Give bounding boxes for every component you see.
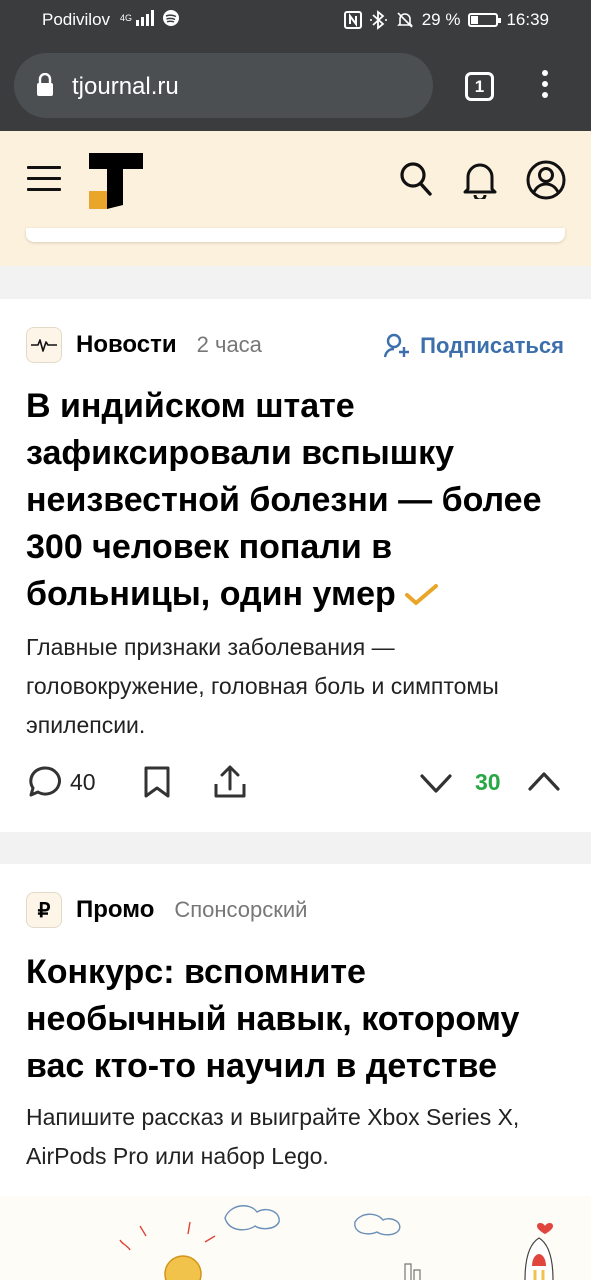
category-name[interactable]: Промо: [76, 896, 154, 924]
vote-down-button[interactable]: [419, 765, 453, 799]
vote-down-icon: [420, 774, 452, 793]
battery-fill: [471, 16, 479, 24]
network-type: 4G: [120, 12, 133, 23]
verified-check-icon: [404, 584, 438, 605]
bluetooth-icon: [369, 10, 387, 30]
vote-up-button[interactable]: [527, 765, 561, 799]
battery-text: 29 %: [421, 10, 461, 29]
post-title-text: В индийском штате зафиксировали вспышку …: [26, 387, 542, 613]
post-meta: ₽ Промо Спонсорский: [26, 892, 307, 928]
category-name[interactable]: Новости: [76, 331, 177, 359]
site-header: [0, 131, 591, 230]
hamburger-icon[interactable]: [27, 166, 61, 199]
carrier-name: Podivilov: [42, 10, 111, 29]
tjournal-logo[interactable]: [89, 153, 145, 209]
status-bar: Podivilov 4G 29 % 16:39: [0, 0, 591, 40]
share-icon: [214, 765, 246, 798]
search-icon[interactable]: [399, 161, 433, 197]
url-text: tjournal.ru: [72, 73, 179, 100]
profile-icon[interactable]: [526, 160, 566, 200]
signal-icon: [136, 10, 155, 26]
doodle-illustration: [119, 1205, 554, 1280]
ruble-icon[interactable]: ₽: [26, 892, 62, 928]
previous-card-edge: [26, 228, 565, 242]
rating-value: 30: [475, 769, 501, 795]
nfc-icon: [343, 11, 362, 29]
post-meta: Новости 2 часа: [26, 327, 262, 363]
comments-button[interactable]: 40: [28, 765, 96, 799]
promo-post-card[interactable]: ₽ Промо Спонсорский Конкурс: вспомните н…: [0, 864, 591, 1196]
share-button[interactable]: [213, 765, 247, 799]
comment-icon: [29, 766, 61, 797]
post-lead: Главные признаки заболевания — головокру…: [26, 634, 499, 738]
post-title[interactable]: В индийском штате зафиксировали вспышку …: [26, 383, 566, 618]
news-post-card[interactable]: Новости 2 часа Подписаться В индийском ш…: [0, 299, 591, 832]
tab-switcher-button[interactable]: 1: [465, 72, 494, 101]
bookmark-icon: [144, 766, 170, 798]
network-indicators: 4G: [120, 9, 180, 27]
promo-illustration[interactable]: [0, 1196, 591, 1280]
status-right: 29 % 16:39: [343, 10, 549, 30]
bell-icon[interactable]: [462, 161, 498, 199]
comments-count: 40: [70, 768, 96, 795]
address-bar[interactable]: tjournal.ru: [14, 53, 433, 118]
post-actions: 40 30: [0, 765, 591, 805]
post-lead: Напишите рассказ и выиграйте Xbox Series…: [26, 1104, 520, 1169]
battery-icon: [468, 13, 502, 27]
browser-toolbar: tjournal.ru 1: [0, 40, 591, 131]
sponsored-label: Спонсорский: [174, 897, 308, 922]
mute-bell-icon: [396, 12, 413, 28]
subscribe-button[interactable]: Подписаться: [384, 333, 564, 359]
news-pulse-icon[interactable]: [26, 327, 62, 363]
subscribe-label: Подписаться: [420, 333, 564, 358]
post-title[interactable]: Конкурс: вспомните необычный навык, кото…: [26, 949, 566, 1090]
vote-up-icon: [528, 772, 560, 791]
bookmark-button[interactable]: [143, 765, 171, 799]
menu-dots-icon[interactable]: [540, 70, 550, 103]
post-time: 2 часа: [196, 332, 262, 357]
add-user-icon: [384, 333, 410, 358]
spotify-icon: [163, 10, 180, 26]
rating: 30: [475, 769, 501, 796]
clock: 16:39: [506, 10, 549, 29]
lock-icon: [37, 73, 53, 96]
